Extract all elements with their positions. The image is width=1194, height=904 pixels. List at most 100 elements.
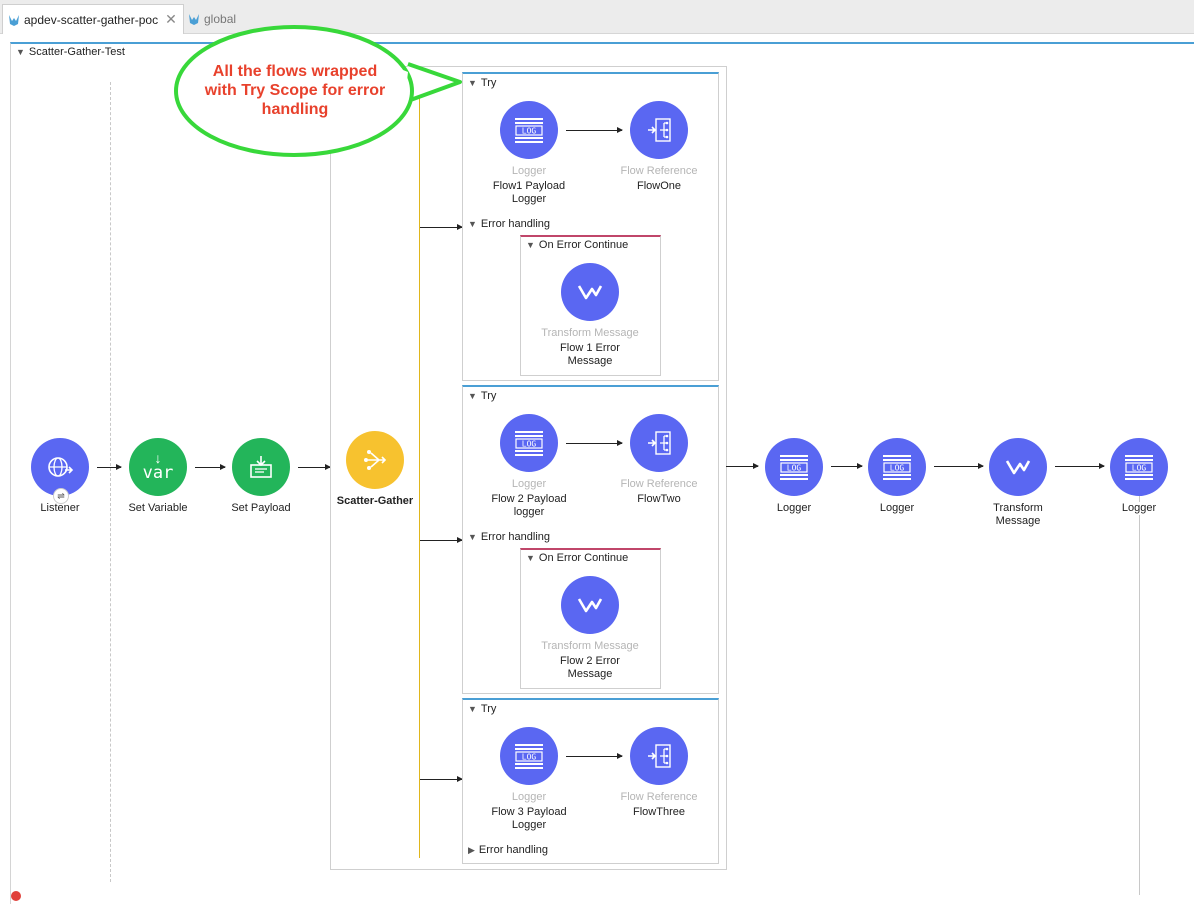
transform-message-node-main[interactable] [989,438,1047,496]
try-header-3[interactable]: ▼ Try [468,703,496,715]
scatter-gather-icon [361,446,389,474]
logger-node-3[interactable]: LOG [1110,438,1168,496]
logger-type-label: Logger [511,165,547,177]
transform-icon [1004,455,1032,479]
set-variable-label: Set Variable [128,502,188,514]
flow-reference-icon [645,116,673,144]
flow-reference-node[interactable] [630,414,688,472]
source-divider [110,82,111,882]
error-handling-header-1[interactable]: ▼ Error handling [468,218,550,230]
collapse-triangle-icon[interactable]: ▼ [468,704,477,714]
set-payload-node[interactable] [232,438,290,496]
on-error-header[interactable]: ▼ On Error Continue [526,552,628,564]
flow-arrow [566,440,623,446]
flow-end-line [1139,495,1140,895]
collapse-triangle-icon[interactable]: ▼ [16,47,25,57]
on-error-label: On Error Continue [538,552,629,564]
transform-icon [576,280,604,304]
collapse-triangle-icon[interactable]: ▼ [468,219,477,229]
error-handling-label: Error handling [480,531,551,543]
logger-name-label: Flow1 Payload Logger [492,180,566,205]
error-marker-icon[interactable] [11,891,21,901]
flow-arrow [97,464,122,470]
flow-reference-node[interactable] [630,101,688,159]
listener-label: Listener [40,502,80,514]
collapse-triangle-icon[interactable]: ▼ [526,553,535,563]
expand-triangle-icon[interactable]: ▶ [468,845,475,855]
logger-node[interactable]: LOG [500,101,558,159]
tab-apdev-scatter-gather-poc[interactable]: apdev-scatter-gather-poc ✕ [2,4,184,34]
set-payload-label: Set Payload [231,502,291,514]
flow-arrow [1055,463,1105,469]
svg-text:LOG: LOG [522,127,537,136]
on-error-label: On Error Continue [538,239,629,251]
logger-node-2[interactable]: LOG [868,438,926,496]
flow-reference-name-label: FlowOne [636,180,682,192]
flow-reference-name-label: FlowThree [633,806,685,818]
error-handling-header-3[interactable]: ▶ Error handling [468,844,548,856]
collapse-triangle-icon[interactable]: ▼ [468,391,477,401]
flow-reference-icon [645,429,673,457]
flow-arrow [831,463,863,469]
flow-arrow [934,463,984,469]
route-arrow-1 [420,224,463,230]
transform-name-label: Flow 2 Error Message [560,655,620,680]
flow-reference-node[interactable] [630,727,688,785]
logger-type-label: Logger [511,478,547,490]
flow-reference-name-label: FlowTwo [637,493,681,505]
flow-arrow [726,463,759,469]
globe-icon [46,453,74,481]
svg-text:LOG: LOG [1132,464,1147,473]
logger-node-1[interactable]: LOG [765,438,823,496]
transform-message-node[interactable] [561,576,619,634]
route-arrow-2 [420,537,463,543]
log-icon: LOG [513,115,545,145]
log-icon: LOG [778,452,810,482]
transform-name-label: Flow 1 Error Message [560,342,620,367]
var-icon: var [142,463,174,483]
try-label: Try [480,703,497,715]
flow-title-text: Scatter-Gather-Test [28,46,125,58]
logger-label: Logger [879,502,915,514]
scatter-gather-node[interactable] [346,431,404,489]
log-icon: LOG [1123,452,1155,482]
transform-label: Transform Message [993,502,1043,527]
flow-reference-type-label: Flow Reference [620,165,698,177]
log-icon: LOG [513,428,545,458]
flow-arrow [566,127,623,133]
try-header-1[interactable]: ▼ Try [468,77,496,89]
set-variable-node[interactable]: ↓ var [129,438,187,496]
flow-reference-type-label: Flow Reference [620,478,698,490]
try-label: Try [480,390,497,402]
logger-node[interactable]: LOG [500,414,558,472]
logger-node[interactable]: LOG [500,727,558,785]
try-scope-3 [462,698,719,864]
logger-type-label: Logger [511,791,547,803]
callout-text: All the flows wrapped with Try Scope for… [204,63,386,118]
svg-text:LOG: LOG [522,440,537,449]
payload-icon [247,453,275,481]
flow-title[interactable]: ▼ Scatter-Gather-Test [16,46,125,58]
flow-arrow [298,464,331,470]
collapse-triangle-icon[interactable]: ▼ [468,78,477,88]
scatter-gather-route-bar [419,90,420,858]
transform-message-node[interactable] [561,263,619,321]
try-header-2[interactable]: ▼ Try [468,390,496,402]
log-icon: LOG [513,741,545,771]
error-handling-label: Error handling [478,844,549,856]
transform-type-label: Transform Message [541,327,639,339]
svg-text:LOG: LOG [522,753,537,762]
logger-label: Logger [1100,502,1178,515]
error-handling-header-2[interactable]: ▼ Error handling [468,531,550,543]
logger-name-label: Flow 2 Payload logger [491,493,567,518]
error-handling-label: Error handling [480,218,551,230]
scatter-gather-label: Scatter-Gather [336,495,414,507]
transform-icon [576,593,604,617]
svg-text:LOG: LOG [890,464,905,473]
collapse-triangle-icon[interactable]: ▼ [468,532,477,542]
collapse-triangle-icon[interactable]: ▼ [526,240,535,250]
try-label: Try [480,77,497,89]
route-arrow-3 [420,776,463,782]
on-error-header[interactable]: ▼ On Error Continue [526,239,628,251]
log-icon: LOG [881,452,913,482]
